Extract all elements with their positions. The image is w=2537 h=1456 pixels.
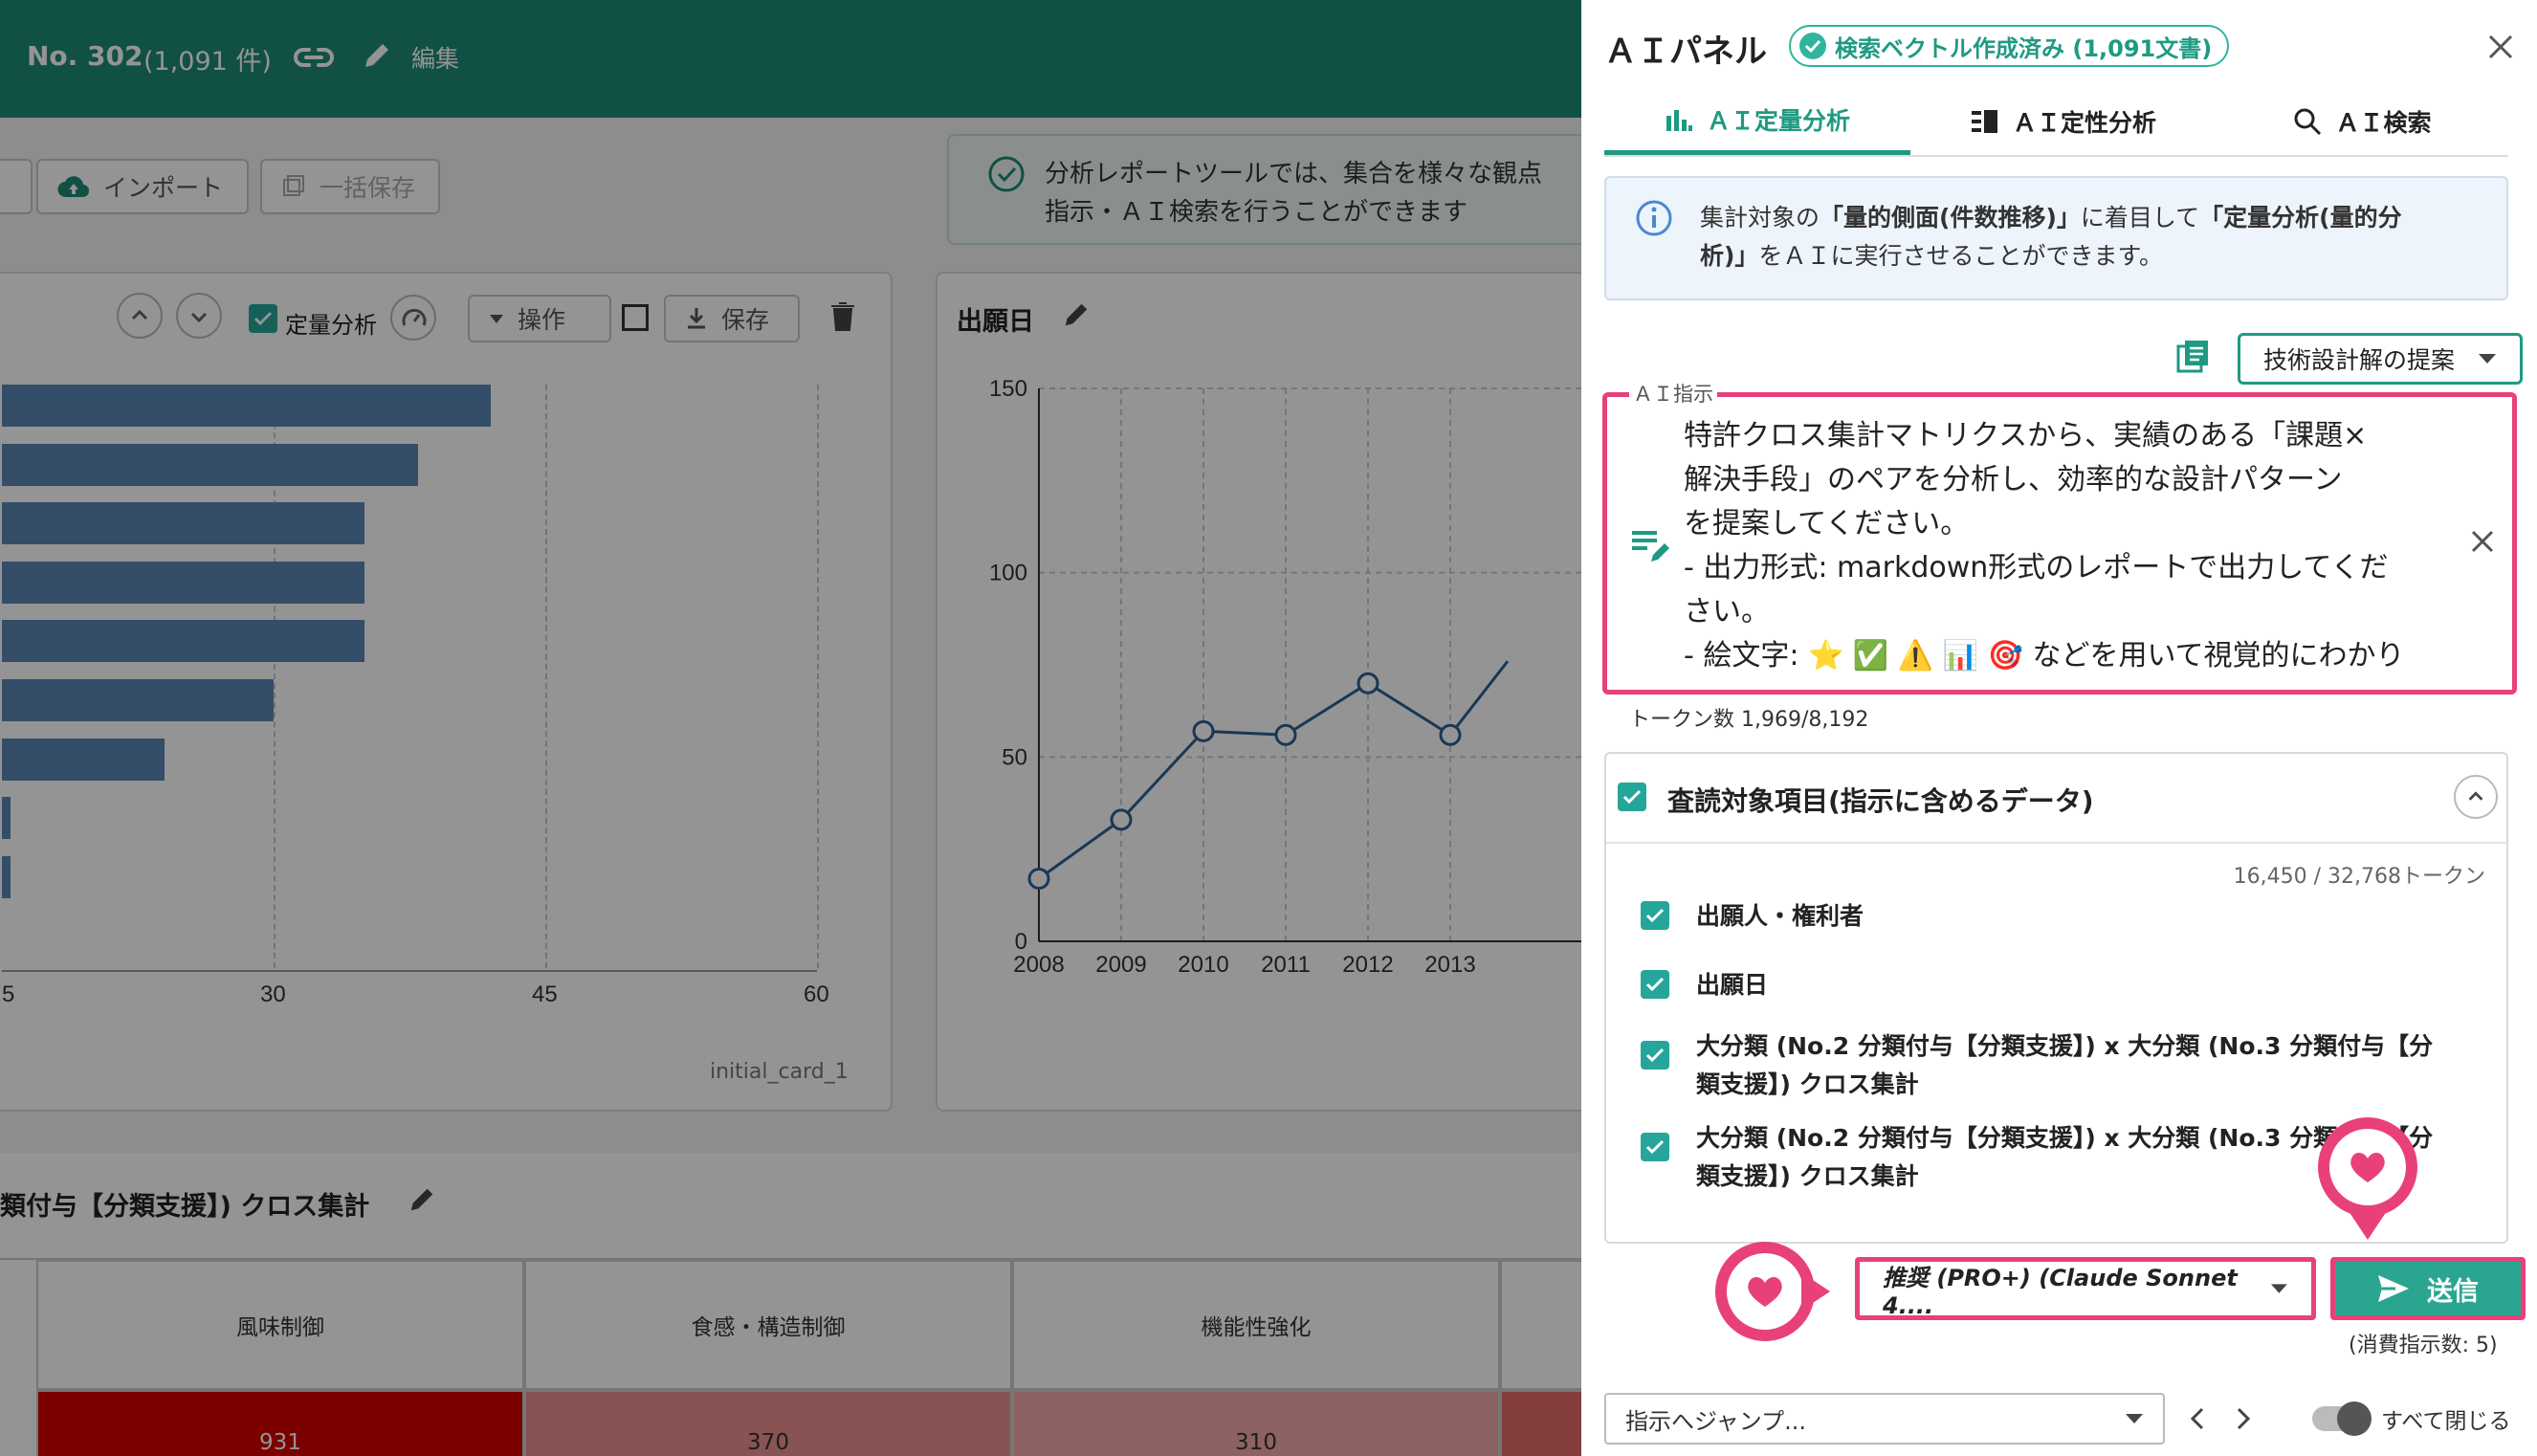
- review-item-label: 出願人・権利者: [1696, 902, 1864, 930]
- close-all-label: すべて閉じる: [2381, 1409, 2511, 1434]
- review-token-count: 16,450 / 32,768トークン: [2233, 865, 2485, 889]
- check-icon: [1645, 908, 1665, 923]
- model-select-value: 推奨 (PRO+) (Claude Sonnet 4....: [1883, 1264, 2238, 1319]
- info-box: 集計対象の「量的側面(件数推移)」に着目して「定量分析(量的分 析)」をＡＩに実…: [1604, 176, 2508, 300]
- pointer-arrow: [2349, 1211, 2387, 1240]
- check-circle-icon: [1799, 33, 1826, 59]
- ai-panel: ＡＩパネル 検索ベクトル作成済み (1,091文書) ＡＩ定量分析 ＡＩ定性分析…: [1581, 0, 2537, 1456]
- model-select[interactable]: 推奨 (PRO+) (Claude Sonnet 4....: [1855, 1257, 2316, 1320]
- check-icon: [1645, 977, 1665, 992]
- search-icon: [2294, 108, 2322, 136]
- instruction-label: ＡＩ指示: [1629, 379, 1717, 408]
- chevron-left-icon[interactable]: [2188, 1406, 2207, 1431]
- badge-label: 検索ベクトル作成済み (1,091文書): [1835, 34, 2213, 62]
- review-item-checkbox[interactable]: [1641, 901, 1669, 930]
- review-all-checkbox[interactable]: [1618, 783, 1646, 811]
- clear-icon[interactable]: [2470, 529, 2495, 554]
- heart-icon: [2350, 1153, 2385, 1182]
- info-text: をＡＩに実行させることができます。: [1758, 242, 2163, 270]
- preset-select[interactable]: 技術設計解の提案: [2238, 333, 2523, 385]
- consumption-count: (消費指示数: 5): [2349, 1334, 2498, 1357]
- divider: [1606, 842, 2506, 844]
- list-icon: [1971, 110, 1997, 133]
- library-icon[interactable]: [2176, 339, 2211, 373]
- send-label: 送信: [2427, 1276, 2479, 1307]
- jump-select[interactable]: 指示へジャンプ...: [1604, 1393, 2165, 1445]
- toggle-knob: [2337, 1401, 2372, 1436]
- instruction-line: を提案してください。: [1684, 507, 1970, 540]
- instruction-line: さい。: [1684, 595, 1770, 629]
- info-emphasis: 析)」: [1700, 242, 1759, 270]
- review-item-checkbox[interactable]: [1641, 1041, 1669, 1070]
- heart-icon: [1748, 1277, 1782, 1307]
- heart-badge: [1715, 1242, 1815, 1341]
- collapse-button[interactable]: [2454, 775, 2498, 819]
- info-text: 集計対象の: [1700, 204, 1820, 232]
- tab-label: ＡＩ定性分析: [2012, 109, 2156, 137]
- review-item-checkbox[interactable]: [1641, 1133, 1669, 1161]
- instruction-line: 解決手段」のペアを分析し、効率的な設計パターン: [1684, 463, 2343, 496]
- info-emphasis: 「定量分析(量的分: [2199, 204, 2402, 232]
- pointer-arrow: [1801, 1272, 1830, 1311]
- instruction-textarea[interactable]: 特許クロス集計マトリクスから、実績のある「課題× 解決手段」のペアを分析し、効率的…: [1602, 392, 2517, 695]
- review-title: 査読対象項目(指示に含めるデータ): [1667, 785, 2094, 817]
- review-item-label: 出願日: [1696, 971, 1769, 999]
- close-all-toggle[interactable]: [2312, 1401, 2372, 1436]
- preset-select-value: 技術設計解の提案: [2263, 346, 2456, 374]
- tab-quant-analysis[interactable]: ＡＩ定量分析: [1604, 88, 1910, 155]
- background-app: No. 302 (1,091 件) 編集 インポート 一括保存 分析レポートツー…: [0, 0, 1581, 1456]
- panel-title: ＡＩパネル: [1604, 33, 1767, 71]
- bar-chart-icon: [1666, 109, 1692, 131]
- vector-status-badge: 検索ベクトル作成済み (1,091文書): [1789, 25, 2230, 67]
- caret-down-icon: [2271, 1284, 2288, 1293]
- send-button[interactable]: 送信: [2330, 1257, 2526, 1320]
- review-item-checkbox[interactable]: [1641, 970, 1669, 999]
- info-text: に着目して: [2080, 204, 2200, 232]
- info-icon: [1636, 200, 1672, 236]
- token-count: トークン数 1,969/8,192: [1629, 708, 1869, 732]
- heart-badge: [2318, 1117, 2417, 1217]
- instruction-text: 特許クロス集計マトリクスから、実績のある「課題× 解決手段」のペアを分析し、効率的…: [1684, 414, 2449, 678]
- jump-select-placeholder: 指示へジャンプ...: [1625, 1407, 1806, 1435]
- caret-down-icon: [2479, 354, 2497, 364]
- info-emphasis: 「量的側面(件数推移)」: [1820, 204, 2081, 232]
- send-icon: [2378, 1275, 2409, 1302]
- modal-overlay[interactable]: [0, 0, 1581, 1456]
- review-item-label: 大分類 (No.2 分類付与【分類支援】) x 大分類 (No.3 分類付与【分: [1696, 1032, 2434, 1060]
- chevron-up-icon: [2468, 791, 2483, 801]
- check-icon: [1645, 1048, 1665, 1063]
- instruction-line: - 絵文字: ⭐ ✅ ⚠️ 📊 🎯 などを用いて視覚的にわかり: [1684, 639, 2405, 673]
- tab-ai-search[interactable]: ＡＩ検索: [2217, 88, 2508, 155]
- check-icon: [1622, 789, 1642, 805]
- tab-label: ＡＩ定量分析: [1706, 106, 1850, 135]
- caret-down-icon: [2126, 1414, 2143, 1423]
- tab-label: ＡＩ検索: [2335, 109, 2432, 137]
- instruction-line: - 出力形式: markdown形式のレポートで出力してくだ: [1684, 551, 2389, 585]
- instruction-line: 特許クロス集計マトリクスから、実績のある「課題×: [1684, 419, 2368, 452]
- close-icon[interactable]: [2486, 33, 2515, 61]
- tab-bar: ＡＩ定量分析 ＡＩ定性分析 ＡＩ検索: [1604, 88, 2508, 157]
- edit-note-icon: [1632, 531, 1669, 562]
- review-item-label: 類支援】) クロス集計: [1696, 1070, 1919, 1098]
- chevron-right-icon[interactable]: [2234, 1406, 2253, 1431]
- tab-qual-analysis[interactable]: ＡＩ定性分析: [1910, 88, 2217, 155]
- check-icon: [1645, 1139, 1665, 1155]
